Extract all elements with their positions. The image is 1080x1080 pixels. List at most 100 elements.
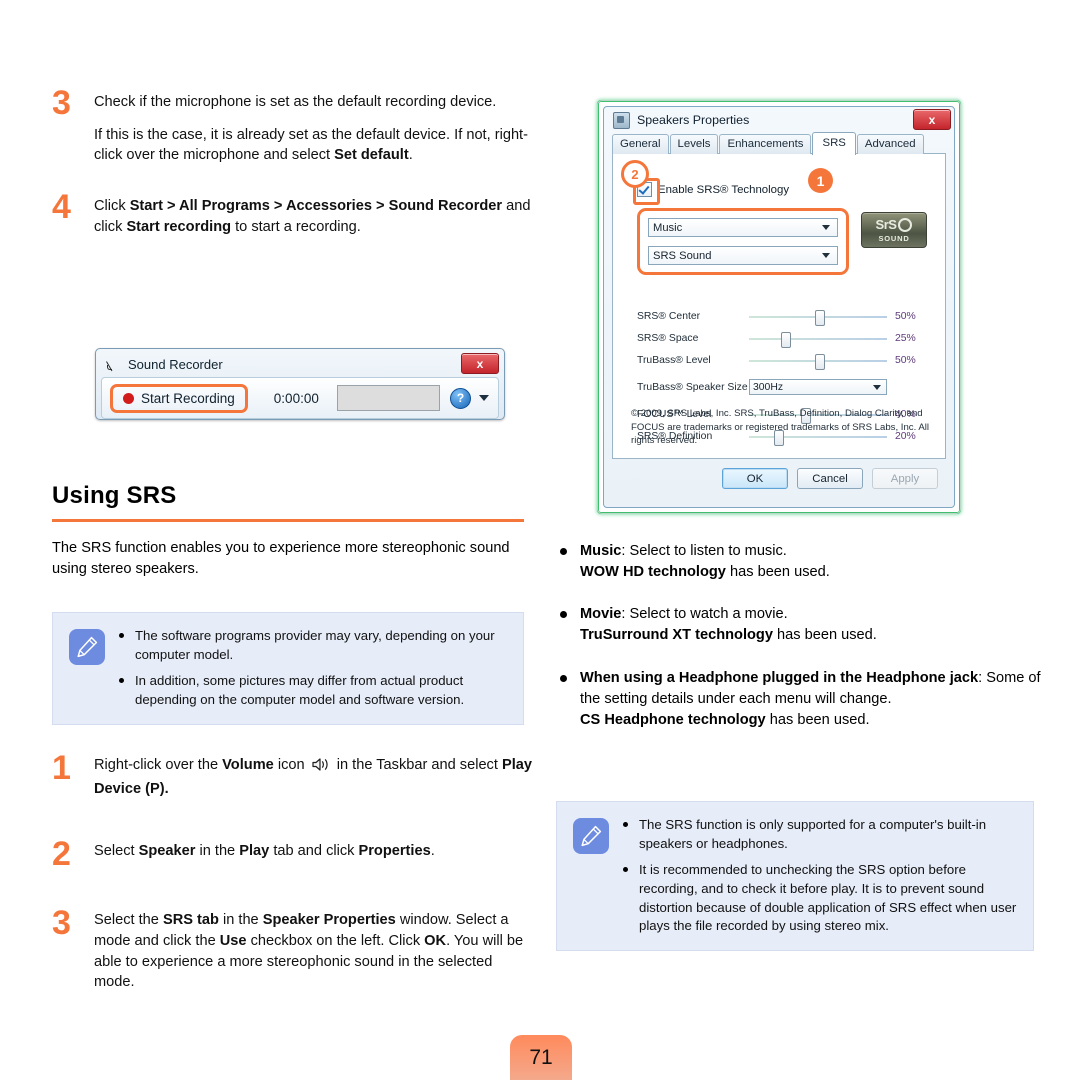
trubass-level-slider[interactable] — [749, 353, 887, 370]
bullet-music-tech: WOW HD technology — [580, 564, 726, 581]
chevron-down-icon[interactable] — [479, 395, 489, 401]
enable-srs-label: Enable SRS® Technology — [658, 183, 790, 196]
srs-logo-ring-icon — [898, 217, 913, 232]
list-item: The SRS function is only supported for a… — [623, 816, 1017, 854]
effect-select[interactable]: SRS Sound — [648, 246, 838, 265]
note-list-right: The SRS function is only supported for a… — [623, 816, 1017, 936]
step-3-lower: 3 Select the SRS tab in the Speaker Prop… — [52, 906, 532, 993]
chevron-down-icon — [822, 253, 830, 258]
step-1-text: Right-click over the Volume icon in the … — [94, 755, 532, 799]
step-4-menu-path: Start > All Programs > Accessories > Sou… — [129, 198, 503, 215]
heading-divider — [52, 519, 524, 522]
step-4-number: 4 — [52, 188, 71, 227]
step-2: 2 Select Speaker in the Play tab and cli… — [52, 837, 532, 871]
slider-thumb[interactable] — [815, 309, 826, 326]
slider-value: 50% — [895, 311, 916, 322]
srs-center-slider[interactable] — [749, 309, 887, 326]
srs-logo-sub: SOUND — [878, 233, 910, 243]
step-3-body: Check if the microphone is set as the de… — [94, 92, 532, 166]
note-list-left: The software programs provider may vary,… — [119, 627, 507, 710]
step-2-properties: Properties — [358, 843, 431, 860]
speakers-properties-dialog[interactable]: Speakers Properties x General Levels Enh… — [597, 100, 961, 514]
sound-recorder-titlebar: Sound Recorder x — [98, 351, 502, 377]
tab-srs[interactable]: SRS — [812, 132, 856, 155]
start-recording-button[interactable]: Start Recording — [110, 383, 248, 413]
step-3-line-2: If this is the case, it is already set a… — [94, 125, 532, 166]
chevron-down-icon — [822, 225, 830, 230]
step-4-e: to start a recording. — [231, 218, 361, 235]
step-3: 3 Check if the microphone is set as the … — [52, 86, 532, 166]
speaker-size-select[interactable]: 300Hz — [749, 379, 887, 395]
step-1-volume: Volume — [222, 757, 274, 773]
srs-logo-text: SrS — [875, 217, 897, 232]
srs-space-slider[interactable] — [749, 331, 887, 348]
cancel-button[interactable]: Cancel — [797, 468, 863, 489]
s3-use: Use — [219, 932, 247, 949]
list-item: In addition, some pictures may differ fr… — [119, 672, 507, 710]
slider-row-trubass-level: TruBass® Level 50% — [637, 350, 929, 371]
step-3-text-a: If this is the case, it is already set a… — [94, 126, 528, 164]
tab-levels[interactable]: Levels — [669, 134, 719, 154]
slider-row-srs-center: SRS® Center 50% — [637, 306, 929, 327]
dialog-window: Speakers Properties x General Levels Enh… — [603, 106, 955, 508]
bullet-headphone-tech: CS Headphone technology — [580, 711, 766, 728]
bullet-headphone-term: When using a Headphone plugged in the He… — [580, 669, 979, 686]
step-3-lower-body: Select the SRS tab in the Speaker Proper… — [94, 910, 532, 993]
step-2-a: Select — [94, 843, 139, 860]
s3g: checkbox on the left. Click — [246, 932, 425, 949]
apply-button: Apply — [872, 468, 938, 489]
lower-left-steps: 1 Right-click over the Volume icon in th… — [52, 751, 532, 993]
close-icon[interactable]: x — [913, 109, 951, 130]
s3-ok: OK — [424, 932, 447, 949]
speaker-size-value: 300Hz — [753, 381, 784, 393]
mode-select[interactable]: Music — [648, 218, 838, 237]
tab-advanced[interactable]: Advanced — [856, 134, 924, 154]
slider-thumb[interactable] — [815, 353, 826, 370]
tab-enhancements[interactable]: Enhancements — [719, 134, 812, 154]
help-icon[interactable]: ? — [450, 387, 471, 409]
step-3-lower-number: 3 — [52, 904, 71, 943]
pencil-note-icon — [573, 818, 609, 854]
slider-value: 50% — [895, 355, 916, 366]
note-box-right: The SRS function is only supported for a… — [556, 801, 1034, 952]
step-3-line-1: Check if the microphone is set as the de… — [94, 94, 497, 110]
slider-label: TruBass® Level — [637, 355, 711, 366]
bullet-music-desc: : Select to listen to music. — [621, 543, 787, 559]
chevron-down-icon — [873, 384, 881, 390]
list-item: The software programs provider may vary,… — [119, 627, 507, 665]
section-paragraph: The SRS function enables you to experien… — [52, 540, 510, 578]
slider-thumb[interactable] — [780, 331, 791, 348]
ok-button[interactable]: OK — [722, 468, 788, 489]
enable-srs-row: 2 Enable SRS® Technology 1 — [621, 160, 945, 205]
sound-recorder-window[interactable]: Sound Recorder x Start Recording 0:00:00… — [95, 348, 505, 420]
list-item: It is recommended to unchecking the SRS … — [623, 861, 1017, 937]
step-1-c: icon — [273, 757, 309, 773]
callout-badge-2: 2 — [621, 160, 649, 188]
step-3-lower-text: Select the SRS tab in the Speaker Proper… — [94, 910, 532, 993]
record-dot-icon — [123, 392, 134, 404]
slider-label: SRS® Center — [637, 311, 701, 322]
step-4: 4 Click Start > All Programs > Accessori… — [52, 190, 532, 237]
legal-text: © 2009, SRS Labs, Inc. SRS, TruBass, Def… — [631, 408, 930, 447]
close-icon[interactable]: x — [461, 353, 499, 374]
step-3-number: 3 — [52, 84, 71, 122]
dialog-titlebar: Speakers Properties x — [604, 107, 954, 133]
step-2-number: 2 — [52, 835, 71, 874]
tab-general[interactable]: General — [612, 134, 669, 154]
step-4-a: Click — [94, 198, 130, 215]
effect-select-value: SRS Sound — [653, 249, 712, 262]
s3c: in the — [218, 912, 263, 929]
dialog-title: Speakers Properties — [637, 113, 750, 127]
recording-time: 0:00:00 — [273, 390, 319, 406]
right-column-bullets: Music: Select to listen to music. WOW HD… — [556, 541, 1046, 752]
bullet-movie: Movie: Select to watch a movie. TruSurro… — [556, 604, 1046, 646]
step-2-body: Select Speaker in the Play tab and click… — [94, 841, 532, 862]
s3a: Select the — [94, 912, 163, 929]
microphone-icon — [106, 356, 122, 372]
callout-badge-1: 1 — [808, 168, 833, 193]
s3-srs-tab: SRS tab — [162, 912, 219, 929]
step-2-text: Select Speaker in the Play tab and click… — [94, 841, 532, 862]
step-2-g: . — [430, 843, 435, 860]
slider-value: 25% — [895, 333, 916, 344]
bullet-movie-desc: : Select to watch a movie. — [621, 606, 788, 623]
